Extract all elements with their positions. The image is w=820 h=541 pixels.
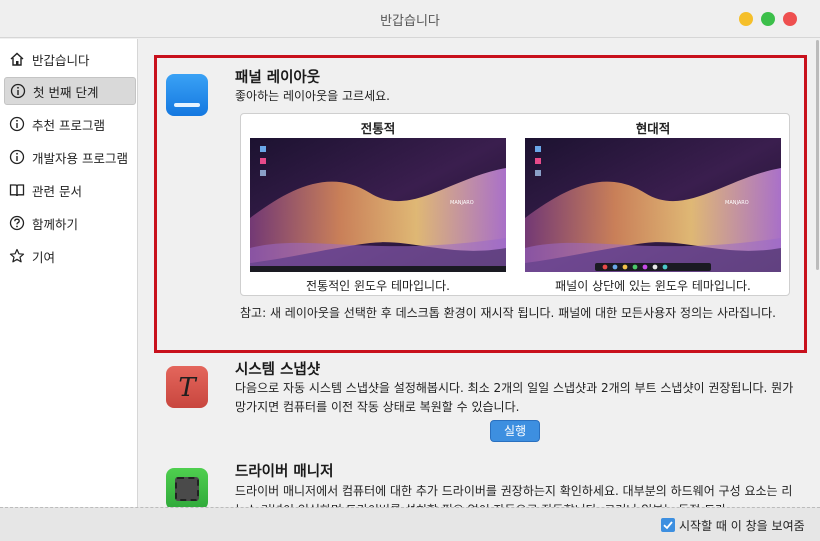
info-icon xyxy=(9,116,25,132)
minimize-button[interactable] xyxy=(739,12,753,26)
snapshot-title: 시스템 스냅샷 xyxy=(235,362,321,378)
driver-manager-title: 드라이버 매니저 xyxy=(235,464,334,480)
sidebar-item-contribute[interactable]: 기여 xyxy=(4,242,136,270)
sidebar-item-first-steps[interactable]: 첫 번째 단계 xyxy=(4,77,136,105)
title-bar: 반갑습니다 xyxy=(0,0,820,38)
sidebar-item-label: 첫 번째 단계 xyxy=(33,84,99,100)
modern-preview-image[interactable]: MANJARO xyxy=(525,138,781,272)
layout-option-title: 전통적 xyxy=(360,121,396,136)
welcome-window: 반갑습니다 반갑습니다 첫 번째 단계 추천 프로그램 개발자용 프로그램 관련… xyxy=(0,0,820,541)
home-icon xyxy=(9,51,25,67)
sidebar: 반갑습니다 첫 번째 단계 추천 프로그램 개발자용 프로그램 관련 문서 함께… xyxy=(0,39,138,507)
info-icon xyxy=(10,83,26,99)
svg-text:T: T xyxy=(178,373,197,403)
close-button[interactable] xyxy=(783,12,797,26)
sidebar-item-label: 기여 xyxy=(32,249,56,265)
run-snapshot-button[interactable]: 실행 xyxy=(490,420,540,442)
maximize-button[interactable] xyxy=(761,12,775,26)
snapshot-icon: T xyxy=(166,366,208,408)
info-icon xyxy=(9,149,25,165)
show-on-startup-label[interactable]: 시작할 때 이 창을 보여줌 xyxy=(679,517,805,534)
driver-manager-icon xyxy=(166,468,208,507)
sidebar-item-welcome[interactable]: 반갑습니다 xyxy=(4,45,136,73)
layout-option-description: 전통적인 윈도우 테마입니다. xyxy=(306,279,450,293)
panel-layout-title: 패널 레이아웃 xyxy=(235,70,321,86)
svg-text:MANJARO: MANJARO xyxy=(725,200,749,206)
sidebar-item-label: 관련 문서 xyxy=(32,183,82,199)
sidebar-item-label: 함께하기 xyxy=(32,216,79,232)
star-icon xyxy=(9,248,25,264)
sidebar-item-documentation[interactable]: 관련 문서 xyxy=(4,176,136,204)
panel-layout-note: 참고: 새 레이아웃을 선택한 후 데스크톱 환경이 재시작 됩니다. 패널에 … xyxy=(240,306,776,320)
panel-layout-icon xyxy=(166,74,208,116)
main-content: 패널 레이아웃 좋아하는 레이아웃을 고르세요. 전통적 MANJARO 전통적… xyxy=(139,39,820,507)
scrollbar-thumb[interactable] xyxy=(816,40,819,270)
window-title: 반갑습니다 xyxy=(380,14,440,29)
sidebar-item-together[interactable]: 함께하기 xyxy=(4,209,136,237)
checkmark-icon xyxy=(663,521,673,530)
show-on-startup-checkbox[interactable] xyxy=(661,518,675,532)
driver-manager-description: 드라이버 매니저에서 컴퓨터에 대한 추가 드라이버를 권장하는지 확인하세요.… xyxy=(235,484,793,507)
svg-text:MANJARO: MANJARO xyxy=(450,200,474,206)
sidebar-item-recommended[interactable]: 추천 프로그램 xyxy=(4,110,136,138)
help-icon xyxy=(9,215,25,231)
layout-option-title: 현대적 xyxy=(635,121,671,136)
layout-option-description: 패널이 상단에 있는 윈도우 테마입니다. xyxy=(555,279,751,293)
snapshot-description: 다음으로 자동 시스템 스냅샷을 설정해봅시다. 최소 2개의 일일 스냅샷과 … xyxy=(235,381,794,414)
sidebar-item-developer[interactable]: 개발자용 프로그램 xyxy=(4,143,136,171)
sidebar-item-label: 개발자용 프로그램 xyxy=(32,150,128,166)
layout-option-modern[interactable]: 현대적 MANJARO 패널이 상단에 있는 윈도우 테마입니다. xyxy=(525,114,781,297)
layout-chooser: 전통적 MANJARO 전통적인 윈도우 테마입니다. 현대적 MANJARO … xyxy=(240,113,790,296)
panel-layout-description: 좋아하는 레이아웃을 고르세요. xyxy=(235,89,390,103)
traditional-preview-image[interactable]: MANJARO xyxy=(250,138,506,272)
sidebar-item-label: 반갑습니다 xyxy=(32,52,90,68)
footer-bar: 시작할 때 이 창을 보여줌 xyxy=(0,507,820,541)
book-icon xyxy=(9,182,25,198)
sidebar-item-label: 추천 프로그램 xyxy=(32,117,105,133)
layout-option-traditional[interactable]: 전통적 MANJARO 전통적인 윈도우 테마입니다. xyxy=(250,114,506,297)
